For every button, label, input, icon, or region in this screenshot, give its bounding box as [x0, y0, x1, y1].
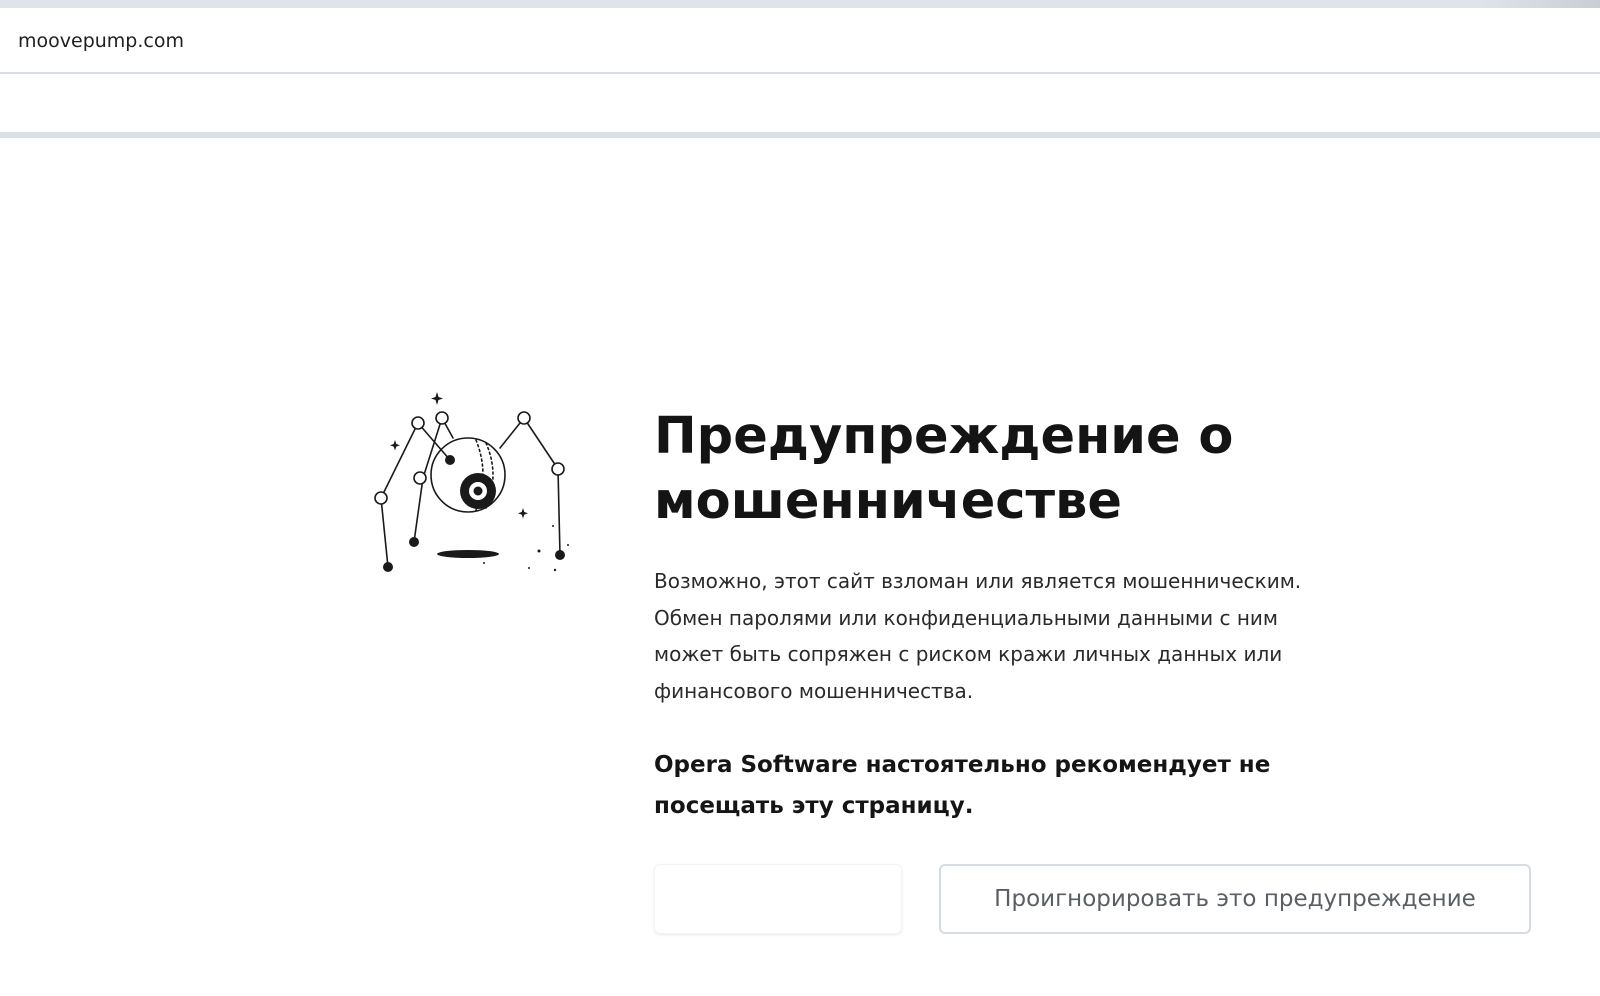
browser-toolbar	[0, 76, 1600, 132]
warning-title-line-1: Предупреждение о	[654, 407, 1234, 466]
description-line: Обмен паролями или конфиденциальными дан…	[654, 605, 1278, 630]
browser-top-strip	[0, 0, 1600, 8]
warning-description: Возможно, этот сайт взломан или является…	[654, 563, 1314, 709]
description-line: финансового мошенничества.	[654, 678, 974, 703]
url-text[interactable]: moovepump.com	[18, 30, 184, 52]
recommendation-line: посещать эту страницу.	[654, 793, 974, 819]
ignore-warning-label: Проигнорировать это предупреждение	[994, 886, 1476, 912]
ignore-warning-button[interactable]: Проигнорировать это предупреждение	[939, 864, 1531, 934]
description-line: Возможно, этот сайт взломан или является…	[654, 569, 1302, 593]
recommendation-line: Opera Software настоятельно рекомендует …	[654, 752, 1271, 778]
address-bar[interactable]: moovepump.com	[0, 8, 1600, 74]
opera-recommendation: Opera Software настоятельно рекомендует …	[654, 745, 1294, 827]
warning-title: Предупреждение о мошенничестве	[654, 404, 1374, 534]
spider-robot-illustration	[368, 390, 578, 580]
top-strip-shadow	[1480, 0, 1600, 8]
warning-title-line-2: мошенничестве	[654, 472, 1122, 531]
description-line: может быть сопряжен с риском кражи личны…	[654, 642, 1283, 666]
back-to-safety-button[interactable]	[654, 864, 902, 934]
spider-robot-icon	[374, 392, 569, 572]
toolbar-divider	[0, 132, 1600, 138]
